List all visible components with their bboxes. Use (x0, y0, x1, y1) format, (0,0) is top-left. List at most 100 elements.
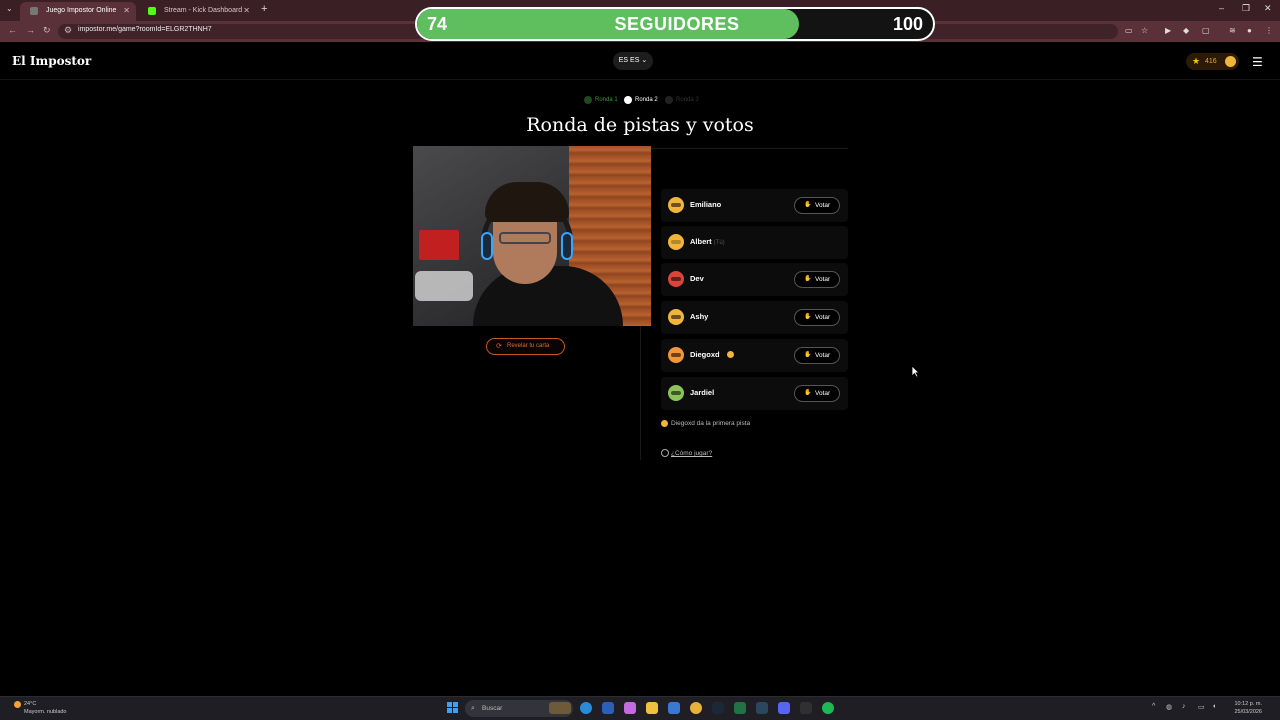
mail-icon[interactable] (668, 702, 680, 714)
hand-icon: ✋ (804, 390, 812, 396)
browser-menu-icon[interactable]: ⋮ (1265, 26, 1273, 35)
round-indicator-2: Ronda 2 (624, 96, 658, 104)
tab-impostor[interactable]: Juego Impostor Online Gratis ✕ (20, 2, 136, 31)
player-name: Jardiel (690, 388, 715, 397)
vote-button[interactable]: ✋ Votar (794, 197, 840, 214)
avatar-icon (668, 197, 684, 213)
copilot-icon[interactable] (624, 702, 636, 714)
turn-dot-icon (661, 420, 668, 427)
taskbar: 24°C Mayorm. nublado ⌕ Buscar ^ ◍ ♪ ▭ ◖ … (0, 696, 1280, 720)
new-tab-icon[interactable]: + (261, 3, 267, 15)
site-info-icon[interactable]: ⚙ (64, 25, 72, 36)
avatar-icon (668, 309, 684, 325)
player-name: Diegoxd (690, 350, 720, 359)
spotify-icon[interactable] (822, 702, 834, 714)
extension-icon[interactable]: ▶ (1165, 26, 1171, 35)
close-tab-icon[interactable]: ✕ (243, 2, 250, 19)
chrome-icon[interactable] (690, 702, 702, 714)
microphone-icon[interactable]: ♪ (1182, 703, 1186, 710)
weather-widget[interactable]: 24°C Mayorm. nublado (14, 700, 67, 716)
info-icon (661, 449, 669, 457)
turn-hint: Diegoxd da la primera pista (661, 419, 750, 428)
tray-chevron-icon[interactable]: ^ (1152, 703, 1155, 710)
hand-icon: ✋ (804, 352, 812, 358)
follower-label: SEGUIDORES (614, 14, 740, 34)
mouse-cursor-icon (911, 365, 920, 378)
round-indicator-1: Ronda 1 (584, 96, 618, 104)
extensions-puzzle-icon[interactable]: ▢ (1202, 26, 1210, 35)
reload-icon[interactable]: ↻ (43, 25, 51, 36)
tray-app-icon[interactable]: ◍ (1166, 703, 1172, 711)
hand-icon: ✋ (804, 276, 812, 282)
how-to-play-link[interactable]: ¿Cómo jugar? (661, 449, 712, 458)
minimize-icon[interactable]: – (1219, 3, 1224, 13)
avatar-icon (668, 271, 684, 287)
search-highlight-icon[interactable] (549, 702, 571, 714)
hamburger-menu-icon[interactable]: ☰ (1252, 55, 1263, 69)
tab-kick-dashboard[interactable]: Stream - Kick Dashboard ✕ (138, 2, 256, 21)
star-icon: ★ (1192, 56, 1201, 66)
refresh-icon: ⟳ (496, 343, 502, 350)
close-tab-icon[interactable]: ✕ (123, 2, 130, 19)
page-title: Ronda de pistas y votos (526, 114, 754, 136)
system-clock[interactable]: 10:12 p. m. 25/03/2026 (1226, 700, 1262, 716)
close-window-icon[interactable]: ✕ (1264, 3, 1272, 14)
back-icon[interactable]: ← (8, 25, 17, 35)
player-name: Dev (690, 274, 704, 283)
tab-label: Stream - Kick Dashboard (164, 7, 243, 14)
vote-button[interactable]: ✋ Votar (794, 271, 840, 288)
player-row-diegoxd: Diegoxd ✋ Votar (661, 339, 848, 372)
player-name: Albert (Tú) (690, 237, 725, 246)
discord-icon[interactable] (778, 702, 790, 714)
weather-cloud-icon (14, 701, 21, 708)
pending-round-dot-icon (665, 96, 673, 104)
column-divider (640, 326, 641, 460)
language-selector[interactable]: ES ES ⌄ (613, 52, 653, 70)
language-label: ES ES (618, 57, 640, 64)
excel-icon[interactable] (734, 702, 746, 714)
tab-list-icon[interactable]: ⌄ (6, 4, 13, 13)
profile-icon[interactable]: ● (1247, 26, 1252, 35)
weather-desc: Mayorm. nublado (24, 709, 67, 715)
vote-button[interactable]: ✋ Votar (794, 385, 840, 402)
windows-start-icon[interactable] (447, 702, 459, 714)
forward-icon[interactable]: → (26, 25, 35, 35)
player-name: Ashy (690, 312, 709, 321)
coin-balance[interactable]: ★ 416 (1186, 53, 1239, 70)
volume-icon[interactable]: ◖ (1212, 703, 1216, 710)
coin-count: 416 (1205, 58, 1217, 65)
search-icon: ⌕ (471, 705, 475, 712)
bookmark-star-icon[interactable]: ☆ (1141, 26, 1148, 35)
edge-icon[interactable] (580, 702, 592, 714)
extension-icon[interactable]: ◆ (1183, 26, 1189, 35)
steam-app-icon[interactable] (756, 702, 768, 714)
site-logo[interactable]: El Impostor (12, 54, 91, 68)
restore-icon[interactable]: ❐ (1242, 3, 1250, 14)
player-row-jardiel: Jardiel ✋ Votar (661, 377, 848, 410)
current-turn-icon (727, 351, 734, 358)
hand-icon: ✋ (804, 314, 812, 320)
obs-icon[interactable] (800, 702, 812, 714)
steam-icon[interactable] (712, 702, 724, 714)
player-row-albert: Albert (Tú) (661, 226, 848, 259)
current-round-dot-icon (624, 96, 632, 104)
avatar-icon (668, 234, 684, 250)
network-icon[interactable]: ▭ (1198, 703, 1205, 711)
vote-button[interactable]: ✋ Votar (794, 309, 840, 326)
extension-icon[interactable]: ≋ (1229, 26, 1236, 35)
avatar-icon (668, 385, 684, 401)
webcam-feed (413, 146, 651, 326)
impostor-favicon-icon (30, 7, 38, 15)
weather-temp: 24°C (24, 701, 37, 707)
file-explorer-icon[interactable] (646, 702, 658, 714)
url-text[interactable]: impostor.me/game?roomId=ELGR2THNH7 (78, 26, 212, 33)
player-name: Emiliano (690, 200, 722, 209)
reveal-card-button[interactable]: ⟳ Revelar tu carta (486, 338, 565, 355)
you-label: (Tú) (713, 240, 725, 246)
vote-button[interactable]: ✋ Votar (794, 347, 840, 364)
chevron-down-icon: ⌄ (641, 57, 648, 64)
player-row-ashy: Ashy ✋ Votar (661, 301, 848, 334)
player-row-dev: Dev ✋ Votar (661, 263, 848, 296)
store-icon[interactable] (602, 702, 614, 714)
cast-icon[interactable]: ▭ (1125, 26, 1133, 35)
